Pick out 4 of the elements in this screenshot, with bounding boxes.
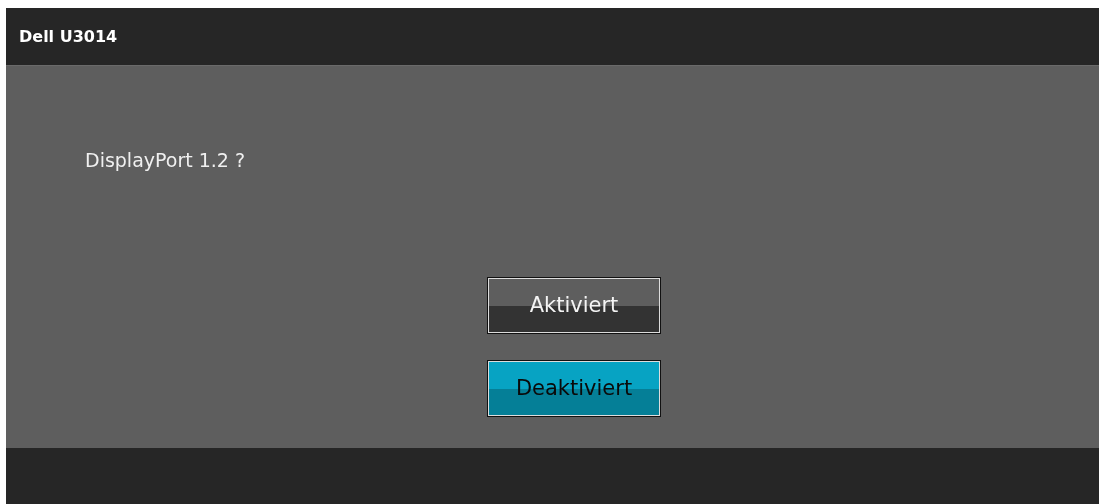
window-title: Dell U3014: [19, 25, 118, 48]
prompt-text: DisplayPort 1.2 ?: [85, 148, 246, 173]
option-button[interactable]: Aktiviert: [487, 277, 661, 334]
option-button[interactable]: Deaktiviert: [487, 360, 661, 417]
